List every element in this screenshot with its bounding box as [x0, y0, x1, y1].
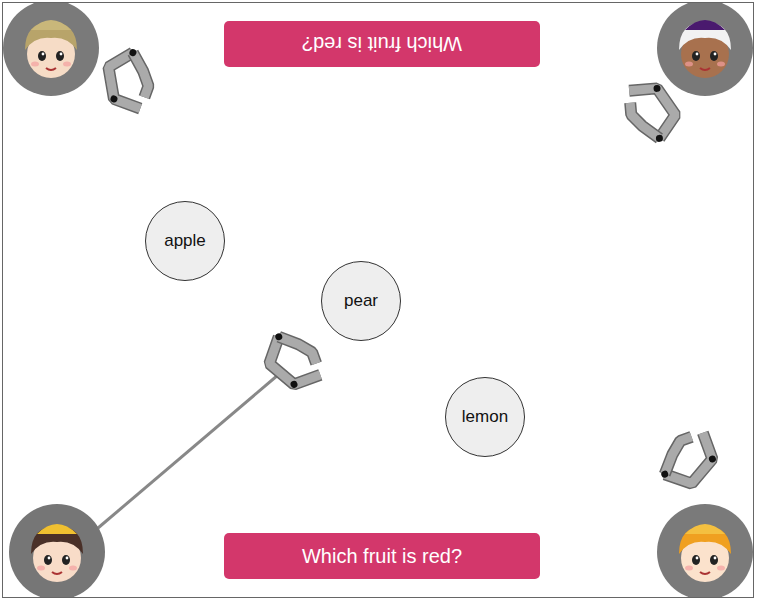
player-avatar[interactable]	[657, 2, 753, 96]
fruit-bubble[interactable]: lemon	[445, 377, 525, 457]
question-banner: Which fruit is red?	[224, 533, 540, 579]
player-face-icon	[11, 8, 91, 88]
player-face-icon	[17, 512, 97, 592]
fruit-bubble[interactable]: pear	[321, 261, 401, 341]
bottom-banner-row: Which fruit is red?	[3, 533, 753, 579]
claw-arm	[98, 375, 278, 528]
game-board: Which fruit is red? Which fruit is red? …	[2, 2, 754, 598]
player-face-icon	[665, 512, 745, 592]
player-face-icon	[665, 8, 745, 88]
question-banner: Which fruit is red?	[224, 21, 540, 67]
player-avatar[interactable]	[9, 504, 105, 598]
claw-icon[interactable]	[643, 413, 735, 505]
claw-icon[interactable]	[248, 315, 340, 407]
player-avatar[interactable]	[657, 504, 753, 598]
player-avatar[interactable]	[3, 2, 99, 96]
fruit-bubble[interactable]: apple	[145, 201, 225, 281]
